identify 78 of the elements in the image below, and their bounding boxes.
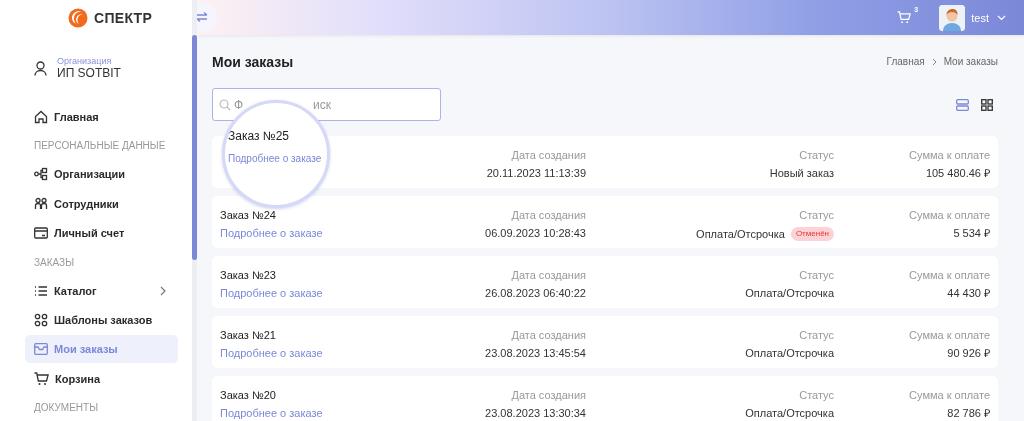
order-date: 20.11.2023 11:13:39 [485, 167, 586, 180]
list-icon [34, 284, 48, 297]
section-heading: ПЕРСОНАЛЬНЫЕ ДАННЫЕ [34, 139, 167, 154]
order-status: Оплата/Отсрочка [745, 407, 834, 420]
circles-icon [34, 312, 48, 327]
grid-view-icon[interactable] [981, 98, 993, 111]
order-date: 06.09.2023 10:28:43 [484, 227, 586, 240]
search-icon [219, 98, 231, 111]
sum-label: Сумма к оплате [908, 209, 990, 222]
sum-label: Сумма к оплате [908, 389, 990, 402]
status-label: Статус [798, 269, 834, 282]
date-label: Дата создания [510, 209, 586, 222]
section-heading: ДОКУМЕНТЫ [34, 401, 100, 416]
order-sum: 5 534 ₽ [952, 227, 990, 240]
home-icon [34, 110, 48, 124]
swap-icon [197, 12, 208, 22]
sum-label: Сумма к оплате [908, 149, 990, 162]
status-label: Статус [798, 149, 834, 162]
cart-icon [34, 371, 49, 386]
organization-label: Организация [57, 56, 113, 66]
user-avatar[interactable] [939, 4, 966, 31]
sidebar-item[interactable]: Сотрудники [25, 189, 178, 218]
order-status: Новый заказ [769, 167, 834, 180]
breadcrumb-link[interactable]: Мои заказы [943, 56, 998, 67]
sidebar-item[interactable]: Личный счет [25, 219, 178, 248]
order-status: Оплата/Отсрочка [745, 347, 834, 360]
logo-icon [68, 7, 88, 28]
status-badge: Отменён [790, 227, 834, 241]
page-title: Мои заказы [212, 53, 294, 70]
date-label: Дата создания [510, 329, 586, 342]
order-details-link[interactable]: Подробнее о заказе [220, 407, 323, 419]
cart-icon[interactable] [897, 11, 912, 24]
order-status: Оплата/Отсрочка [745, 287, 834, 300]
card-icon [34, 227, 48, 240]
order-title: Заказ №25 [228, 130, 291, 143]
sidebar-item[interactable]: Главная [25, 103, 178, 131]
sidebar-item[interactable]: Корзина [25, 364, 178, 393]
chevron-down-icon[interactable] [997, 14, 1006, 21]
order-sum: 90 926 ₽ [946, 347, 990, 360]
inbox-icon [34, 343, 48, 356]
breadcrumb-link[interactable]: Главная [886, 56, 925, 67]
order-title: Заказ №20 [220, 389, 277, 402]
order-date: 23.08.2023 13:45:54 [484, 347, 586, 360]
order-details-link[interactable]: Подробнее о заказе [220, 227, 323, 239]
date-label: Дата создания [510, 149, 586, 162]
order-title: Заказ №24 [220, 209, 277, 222]
status-label: Статус [798, 329, 834, 342]
section-heading: ЗАКАЗЫ [34, 255, 75, 270]
order-status: Оплата/Отсрочка [696, 227, 785, 241]
sidebar-item[interactable]: Шаблоны заказов [25, 305, 178, 334]
people-icon [34, 196, 48, 211]
sidebar-item[interactable]: Каталог [25, 276, 178, 305]
order-title: Заказ №23 [220, 269, 277, 282]
organization-name: ИП SOTBIT [57, 66, 121, 80]
order-sum: 82 786 ₽ [946, 407, 990, 420]
list-view-icon[interactable] [956, 98, 969, 111]
order-details-link[interactable]: Подробнее о заказе [220, 347, 323, 359]
order-details-link[interactable]: Подробнее о заказе [220, 287, 323, 299]
chevron-icon [931, 57, 937, 66]
sum-label: Сумма к оплате [908, 329, 990, 342]
order-date: 23.08.2023 13:30:34 [484, 407, 586, 420]
status-label: Статус [798, 209, 834, 222]
user-icon [34, 60, 47, 76]
nodes-icon [34, 167, 48, 182]
sum-label: Сумма к оплате [908, 269, 990, 282]
logo-text: СПЕКТР [94, 9, 153, 26]
date-label: Дата создания [510, 389, 586, 402]
user-name[interactable]: test [971, 11, 989, 24]
status-label: Статус [798, 389, 834, 402]
order-sum: 105 480.46 ₽ [924, 167, 990, 180]
sidebar-item[interactable]: Мои заказы [25, 335, 178, 364]
date-label: Дата создания [510, 269, 586, 282]
scrollbar-thumb[interactable] [192, 35, 197, 260]
order-date: 26.08.2023 06:40:22 [484, 287, 586, 300]
order-sum: 44 430 ₽ [946, 287, 990, 300]
sidebar-item[interactable]: Организации [25, 160, 178, 189]
order-title: Заказ №21 [220, 329, 277, 342]
order-details-link[interactable]: Подробнее о заказе [228, 152, 322, 165]
